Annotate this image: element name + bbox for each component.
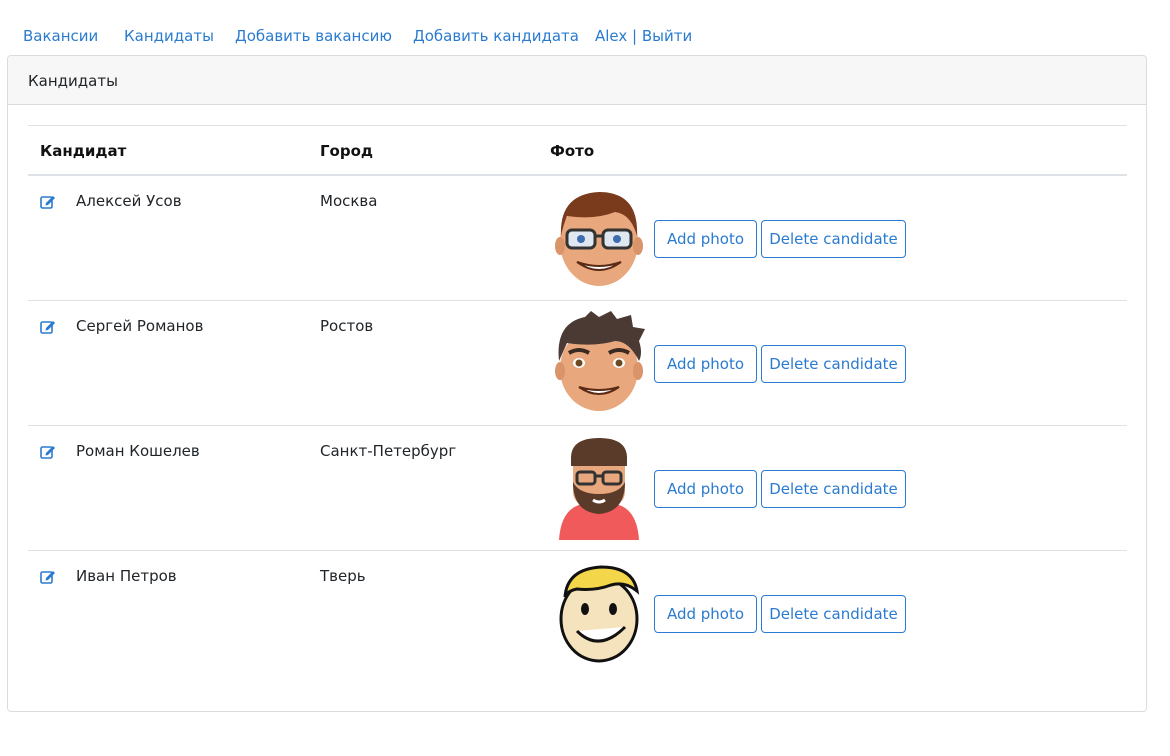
edit-icon[interactable]	[40, 569, 56, 584]
table-row: Сергей Романов Ростов Add photo Delete c…	[28, 301, 1127, 426]
nav-link-candidates[interactable]: Кандидаты	[124, 26, 214, 46]
table-header: Кандидат Город Фото	[28, 126, 1127, 176]
candidate-name: Алексей Усов	[76, 192, 182, 210]
edit-icon[interactable]	[40, 194, 56, 209]
add-photo-button[interactable]: Add photo	[654, 595, 757, 633]
candidates-table: Кандидат Город Фото Алексей Усов Москва	[28, 125, 1127, 676]
card-header: Кандидаты	[8, 56, 1146, 105]
add-photo-button[interactable]: Add photo	[654, 220, 757, 258]
table-row: Алексей Усов Москва Add photo Delete can…	[28, 176, 1127, 301]
column-header-city: Город	[320, 142, 374, 160]
avatar-bearded-hoodie-man-icon	[559, 438, 639, 540]
candidate-name: Сергей Романов	[76, 317, 204, 335]
delete-candidate-button[interactable]: Delete candidate	[761, 595, 906, 633]
delete-candidate-button[interactable]: Delete candidate	[761, 345, 906, 383]
edit-icon[interactable]	[40, 319, 56, 334]
nav-link-logout[interactable]: Alex | Выйти	[595, 26, 692, 46]
candidates-card: Кандидаты Кандидат Город Фото Алексей Ус…	[7, 55, 1147, 712]
delete-candidate-button[interactable]: Delete candidate	[761, 470, 906, 508]
column-header-photo: Фото	[550, 142, 595, 160]
nav-link-add-candidate[interactable]: Добавить кандидата	[413, 26, 579, 46]
candidate-city: Ростов	[320, 317, 374, 335]
top-nav: Вакансии Кандидаты Добавить вакансию Доб…	[0, 0, 1170, 56]
table-row: Иван Петров Тверь Add photo Delete candi…	[28, 551, 1127, 676]
candidate-name: Иван Петров	[76, 567, 177, 585]
delete-candidate-button[interactable]: Delete candidate	[761, 220, 906, 258]
nav-link-vacancies[interactable]: Вакансии	[23, 26, 98, 46]
add-photo-button[interactable]: Add photo	[654, 470, 757, 508]
avatar-vault-boy-icon	[559, 565, 640, 663]
table-row: Роман Кошелев Санкт-Петербург Add photo …	[28, 426, 1127, 551]
edit-icon[interactable]	[40, 444, 56, 459]
nav-link-add-vacancy[interactable]: Добавить вакансию	[235, 26, 392, 46]
add-photo-button[interactable]: Add photo	[654, 345, 757, 383]
candidate-city: Санкт-Петербург	[320, 442, 457, 460]
candidate-name: Роман Кошелев	[76, 442, 200, 460]
candidate-city: Тверь	[320, 567, 366, 585]
column-header-candidate: Кандидат	[40, 142, 127, 160]
candidate-city: Москва	[320, 192, 378, 210]
avatar-spiky-hair-man-icon	[555, 311, 645, 411]
avatar-glasses-man-icon	[555, 192, 643, 286]
card-title: Кандидаты	[28, 72, 118, 90]
